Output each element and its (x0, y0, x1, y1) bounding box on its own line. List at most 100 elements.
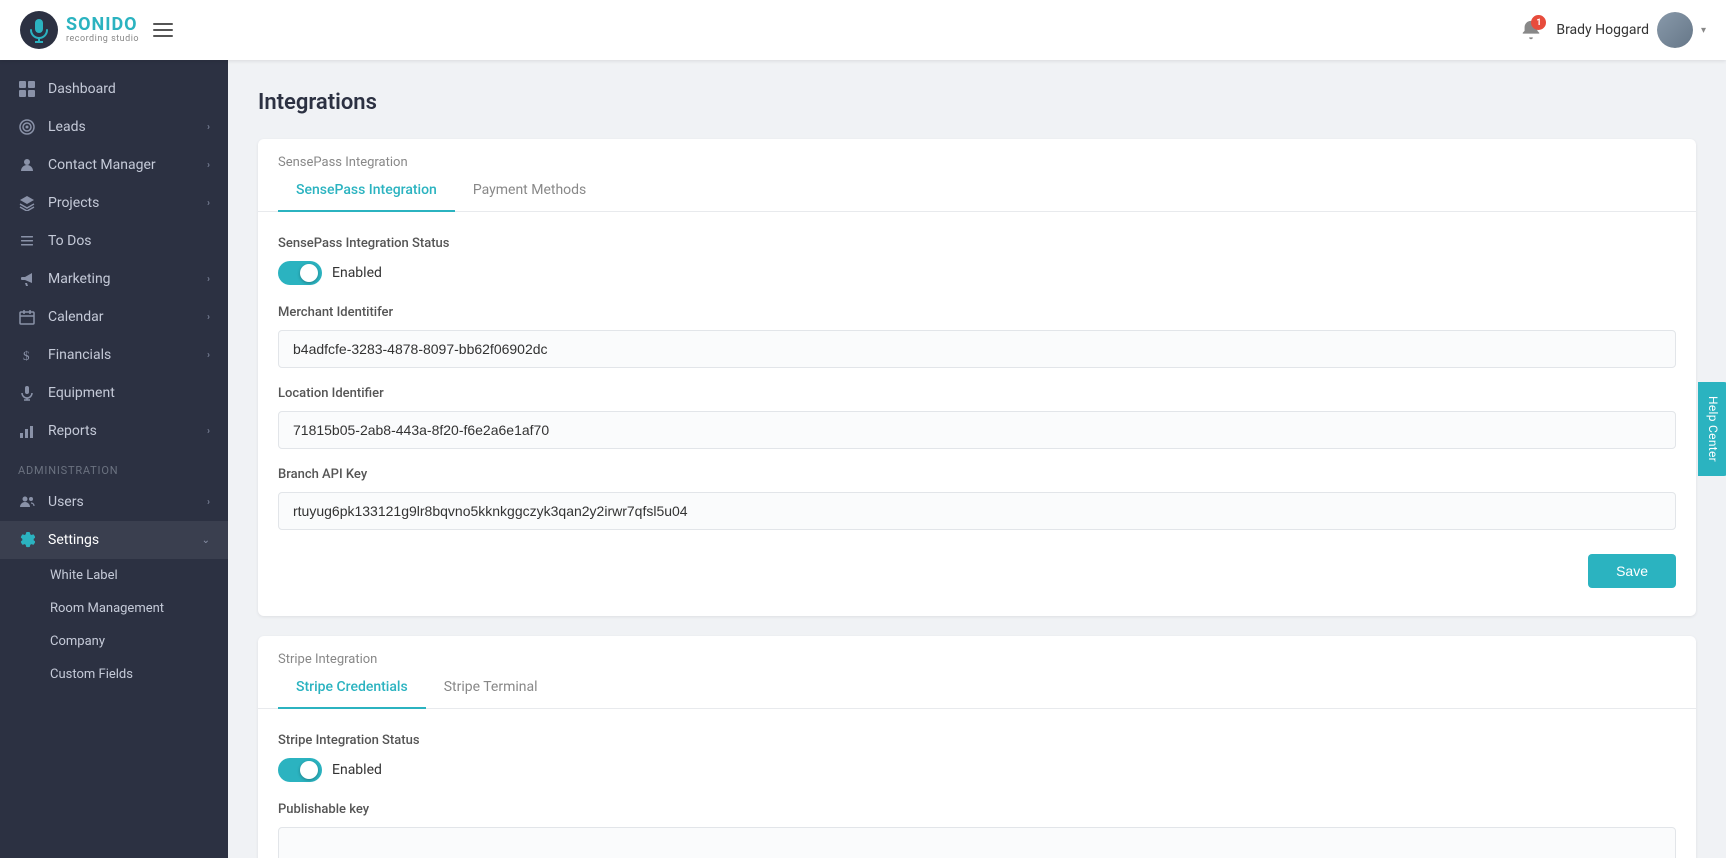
help-center-tab[interactable]: Help Center (1698, 382, 1726, 476)
sensepass-section-label: SensePass Integration (258, 139, 1696, 170)
brand-name: SONIDO (66, 15, 139, 35)
chevron-down-icon: ▾ (1701, 25, 1706, 36)
sidebar-item-settings[interactable]: Settings ⌄ (0, 521, 228, 559)
sensepass-save-button[interactable]: Save (1588, 554, 1676, 588)
header-left: SONIDO recording studio (20, 11, 173, 49)
sidebar-label-contact-manager: Contact Manager (48, 157, 156, 173)
svg-text:$: $ (23, 348, 30, 363)
user-name: Brady Hoggard (1556, 22, 1649, 38)
admin-section-label: Administration (0, 450, 228, 483)
hamburger-menu[interactable] (153, 20, 173, 40)
publishable-label: Publishable key (278, 802, 1676, 817)
stripe-status-label: Stripe Integration Status (278, 733, 1676, 748)
tab-stripe-terminal[interactable]: Stripe Terminal (426, 667, 556, 709)
chevron-reports-icon: › (207, 426, 210, 437)
header-right: 1 Brady Hoggard ▾ (1520, 12, 1706, 48)
sidebar-label-reports: Reports (48, 423, 97, 439)
sidebar-sub-company[interactable]: Company (0, 625, 228, 658)
sidebar-item-calendar[interactable]: Calendar › (0, 298, 228, 336)
chevron-projects-icon: › (207, 198, 210, 209)
sensepass-card-body: SensePass Integration Status Enabled Mer… (258, 212, 1696, 616)
top-header: SONIDO recording studio 1 Brady Hoggard … (0, 0, 1726, 60)
sensepass-save-row: Save (278, 548, 1676, 592)
sidebar-label-financials: Financials (48, 347, 111, 363)
sidebar-item-reports[interactable]: Reports › (0, 412, 228, 450)
sidebar-label-equipment: Equipment (48, 385, 115, 401)
stripe-toggle-row: Enabled (278, 758, 1676, 782)
notification-count: 1 (1531, 15, 1546, 30)
chevron-contact-icon: › (207, 160, 210, 171)
sidebar-sub-white-label[interactable]: White Label (0, 559, 228, 592)
list-icon (18, 232, 36, 250)
users-icon (18, 493, 36, 511)
location-input[interactable] (278, 411, 1676, 449)
sidebar-item-dashboard[interactable]: Dashboard (0, 70, 228, 108)
tab-sensepass-integration[interactable]: SensePass Integration (278, 170, 455, 212)
sidebar-item-marketing[interactable]: Marketing › (0, 260, 228, 298)
branch-input[interactable] (278, 492, 1676, 530)
main-layout: Dashboard Leads › Contact Manager (0, 60, 1726, 858)
mic-icon (18, 384, 36, 402)
user-menu[interactable]: Brady Hoggard ▾ (1556, 12, 1706, 48)
sensepass-toggle-label: Enabled (332, 265, 382, 281)
chevron-settings-icon: ⌄ (202, 535, 210, 546)
dollar-icon: $ (18, 346, 36, 364)
tab-stripe-credentials[interactable]: Stripe Credentials (278, 667, 426, 709)
sensepass-card: SensePass Integration SensePass Integrat… (258, 139, 1696, 616)
megaphone-icon (18, 270, 36, 288)
sidebar-sub-room-management[interactable]: Room Management (0, 592, 228, 625)
sidebar-label-dashboard: Dashboard (48, 81, 116, 97)
tab-payment-methods[interactable]: Payment Methods (455, 170, 604, 212)
sidebar-item-contact-manager[interactable]: Contact Manager › (0, 146, 228, 184)
sensepass-tabs: SensePass Integration Payment Methods (258, 170, 1696, 212)
sidebar-item-financials[interactable]: $ Financials › (0, 336, 228, 374)
sidebar-item-users[interactable]: Users › (0, 483, 228, 521)
stripe-card-body: Stripe Integration Status Enabled Publis… (258, 709, 1696, 858)
chevron-users-icon: › (207, 497, 210, 508)
calendar-icon (18, 308, 36, 326)
layers-icon (18, 194, 36, 212)
merchant-label: Merchant Identitifer (278, 305, 1676, 320)
grid-icon (18, 80, 36, 98)
sidebar-nav: Dashboard Leads › Contact Manager (0, 60, 228, 858)
branch-label: Branch API Key (278, 467, 1676, 482)
chevron-marketing-icon: › (207, 274, 210, 285)
sidebar-label-calendar: Calendar (48, 309, 104, 325)
sidebar-sub-custom-fields[interactable]: Custom Fields (0, 658, 228, 691)
sidebar-item-projects[interactable]: Projects › (0, 184, 228, 222)
chevron-financials-icon: › (207, 350, 210, 361)
merchant-input[interactable] (278, 330, 1676, 368)
brand-sub: recording studio (66, 35, 139, 45)
sidebar-item-leads[interactable]: Leads › (0, 108, 228, 146)
main-content: Integrations SensePass Integration Sense… (228, 60, 1726, 858)
location-label: Location Identifier (278, 386, 1676, 401)
avatar (1657, 12, 1693, 48)
stripe-toggle-label: Enabled (332, 762, 382, 778)
bar-chart-icon (18, 422, 36, 440)
chevron-calendar-icon: › (207, 312, 210, 323)
target-icon (18, 118, 36, 136)
sidebar: Dashboard Leads › Contact Manager (0, 60, 228, 858)
user-icon (18, 156, 36, 174)
sidebar-label-todos: To Dos (48, 233, 92, 249)
sidebar-item-todos[interactable]: To Dos (0, 222, 228, 260)
sensepass-status-label: SensePass Integration Status (278, 236, 1676, 251)
logo-icon (20, 11, 58, 49)
sensepass-toggle[interactable] (278, 261, 322, 285)
notification-bell[interactable]: 1 (1520, 19, 1542, 41)
chevron-leads-icon: › (207, 122, 210, 133)
logo: SONIDO recording studio (20, 11, 139, 49)
sidebar-item-equipment[interactable]: Equipment (0, 374, 228, 412)
stripe-toggle[interactable] (278, 758, 322, 782)
sidebar-label-users: Users (48, 494, 84, 510)
publishable-key-input[interactable] (278, 827, 1676, 858)
sidebar-label-settings: Settings (48, 532, 99, 548)
stripe-card: Stripe Integration Stripe Credentials St… (258, 636, 1696, 858)
page-title: Integrations (258, 90, 1696, 115)
sidebar-label-leads: Leads (48, 119, 86, 135)
sensepass-toggle-row: Enabled (278, 261, 1676, 285)
gear-icon (18, 531, 36, 549)
stripe-tabs: Stripe Credentials Stripe Terminal (258, 667, 1696, 709)
sidebar-label-marketing: Marketing (48, 271, 111, 287)
logo-text: SONIDO recording studio (66, 15, 139, 45)
